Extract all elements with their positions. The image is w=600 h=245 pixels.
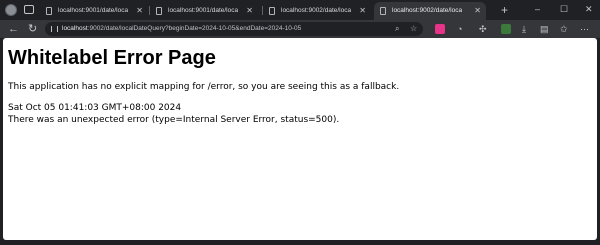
close-window-button[interactable]: ✕ [585,3,593,15]
profile-avatar-icon[interactable] [5,4,17,16]
extensions-puzzle-icon[interactable]: ✣ [479,23,487,35]
maximize-button[interactable]: ☐ [560,3,568,15]
more-menu-icon[interactable]: ⋯ [580,23,589,35]
download-icon[interactable]: ⤓ [522,23,526,35]
tab-title: localhost:9002/date/localDateTi... [281,7,351,14]
error-message: This application has no explicit mapping… [8,82,400,92]
tab-close-icon[interactable]: ✕ [246,2,253,20]
sidebar-icon[interactable]: ▤ [540,23,549,35]
edge-browser-icon[interactable]: ◔ [457,23,462,35]
new-tab-button[interactable]: + [501,2,508,18]
back-arrow-icon[interactable]: ← [8,22,19,36]
page-favicon-icon [380,7,386,15]
tab-close-icon[interactable]: ✕ [136,2,143,20]
tab-close-icon[interactable]: ✕ [474,2,481,20]
extension-green-icon[interactable] [501,24,511,34]
error-timestamp: Sat Oct 05 01:41:03 GMT+08:00 2024 [8,103,182,113]
tab-close-icon[interactable]: ✕ [359,2,366,20]
page-favicon-icon [156,7,162,15]
bookmark-star-icon[interactable]: ☆ [410,22,417,36]
tab-2[interactable]: localhost:9001/date/localDateQu... ✕ [150,2,258,20]
minimize-button[interactable]: – [535,3,540,15]
tab-title: localhost:9001/date/localDateQu... [168,7,238,14]
tab-strip: localhost:9001/date/localDateTi... ✕ loc… [0,0,600,20]
url-host: localhost [62,25,88,32]
page-viewport: Whitelabel Error Page This application h… [3,38,597,240]
tab-1[interactable]: localhost:9001/date/localDateTi... ✕ [40,2,148,20]
page-title: Whitelabel Error Page [8,47,216,69]
tab-actions-icon[interactable] [24,5,34,14]
zoom-icon[interactable]: ⌕ [395,22,399,36]
tab-title: localhost:9001/date/localDateTi... [58,7,128,14]
browser-toolbar: ← ↻ localhost:9002/date/localDateQuery?b… [0,20,600,38]
site-info-icon[interactable] [51,26,58,32]
reload-icon[interactable]: ↻ [28,22,37,36]
page-favicon-icon [269,7,275,15]
tab-4-active[interactable]: localhost:9002/date/localDateQu... ✕ [374,2,486,20]
error-detail: There was an unexpected error (type=Inte… [8,115,340,125]
extension-icon[interactable] [435,24,445,34]
address-bar[interactable]: localhost:9002/date/localDateQuery?begin… [45,22,423,36]
favorites-icon[interactable]: ✩ [560,23,568,35]
tab-3[interactable]: localhost:9002/date/localDateTi... ✕ [263,2,371,20]
page-favicon-icon [46,7,52,15]
tab-title: localhost:9002/date/localDateQu... [392,7,462,14]
url-path: :9002/date/localDateQuery?beginDate=2024… [87,25,302,32]
